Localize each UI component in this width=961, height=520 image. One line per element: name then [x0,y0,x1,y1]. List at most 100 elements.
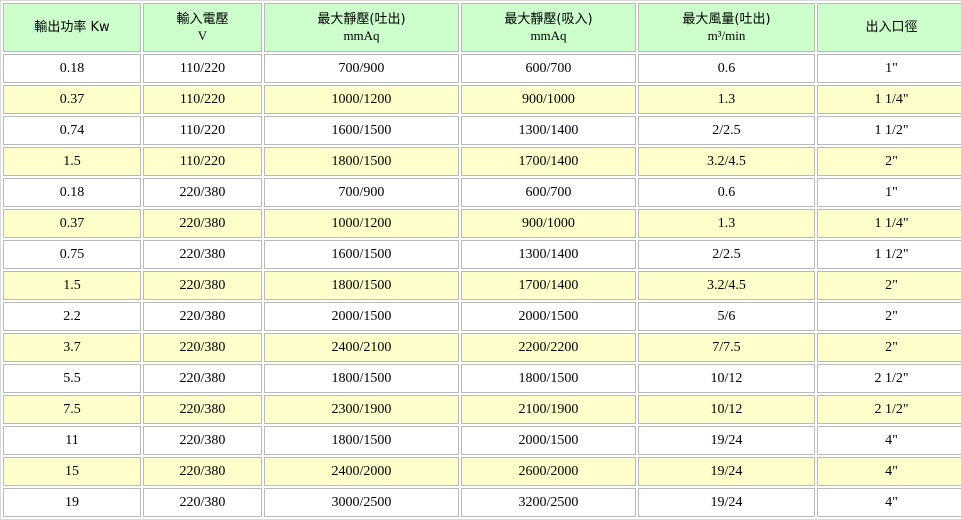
cell-static-pressure-outlet: 1600/1500 [264,240,459,269]
header-unit: mmAq [343,27,380,43]
header-port-diameter: 出入口徑 [817,3,961,52]
cell-output-power: 0.18 [3,54,141,83]
cell-airflow-outlet: 19/24 [638,457,815,486]
header-max-static-pressure-inlet: 最大靜壓(吸入) mmAq [461,3,636,52]
cell-output-power: 1.5 [3,271,141,300]
cell-airflow-outlet: 2/2.5 [638,116,815,145]
cell-static-pressure-outlet: 1800/1500 [264,147,459,176]
cell-input-voltage: 220/380 [143,209,262,238]
table-row: 0.18 220/380 700/900 600/700 0.6 1" [3,178,961,207]
cell-input-voltage: 110/220 [143,54,262,83]
cell-static-pressure-inlet: 1700/1400 [461,147,636,176]
cell-port-diameter: 2" [817,333,961,362]
cell-input-voltage: 220/380 [143,240,262,269]
cell-static-pressure-inlet: 1700/1400 [461,271,636,300]
table-body: 0.18 110/220 700/900 600/700 0.6 1" 0.37 110/22… [3,54,961,517]
cell-input-voltage: 220/380 [143,302,262,331]
table-row: 19 220/380 3000/2500 3200/2500 19/24 4" [3,488,961,517]
cell-static-pressure-inlet: 2000/1500 [461,426,636,455]
cell-static-pressure-outlet: 2300/1900 [264,395,459,424]
cell-airflow-outlet: 2/2.5 [638,240,815,269]
header-label: 最大靜壓(吐出) [317,11,406,27]
cell-static-pressure-outlet: 1800/1500 [264,271,459,300]
cell-static-pressure-inlet: 2200/2200 [461,333,636,362]
cell-static-pressure-inlet: 2000/1500 [461,302,636,331]
header-input-voltage: 輸入電壓 V [143,3,262,52]
cell-static-pressure-outlet: 700/900 [264,178,459,207]
cell-input-voltage: 110/220 [143,116,262,145]
cell-port-diameter: 4" [817,426,961,455]
cell-static-pressure-inlet: 1300/1400 [461,240,636,269]
cell-static-pressure-outlet: 1600/1500 [264,116,459,145]
header-unit: m³/min [707,27,746,43]
cell-static-pressure-inlet: 900/1000 [461,209,636,238]
spec-table: 輸出功率 Kw 輸入電壓 V 最大靜壓(吐出) mmAq 最大靜壓(吸入) mm… [0,0,961,520]
cell-input-voltage: 220/380 [143,426,262,455]
header-label: 輸入電壓 [176,11,229,27]
cell-static-pressure-outlet: 2000/1500 [264,302,459,331]
cell-port-diameter: 2 1/2" [817,395,961,424]
table-row: 3.7 220/380 2400/2100 2200/2200 7/7.5 2" [3,333,961,362]
cell-port-diameter: 4" [817,488,961,517]
cell-output-power: 0.18 [3,178,141,207]
cell-input-voltage: 220/380 [143,178,262,207]
cell-airflow-outlet: 10/12 [638,364,815,393]
cell-airflow-outlet: 19/24 [638,426,815,455]
cell-static-pressure-outlet: 2400/2000 [264,457,459,486]
cell-static-pressure-inlet: 1300/1400 [461,116,636,145]
cell-static-pressure-inlet: 1800/1500 [461,364,636,393]
cell-port-diameter: 1 1/4" [817,209,961,238]
table-row: 0.37 220/380 1000/1200 900/1000 1.3 1 1/4" [3,209,961,238]
cell-output-power: 15 [3,457,141,486]
cell-output-power: 11 [3,426,141,455]
header-output-power: 輸出功率 Kw [3,3,141,52]
table-row: 1.5 110/220 1800/1500 1700/1400 3.2/4.5 2" [3,147,961,176]
cell-port-diameter: 4" [817,457,961,486]
cell-output-power: 1.5 [3,147,141,176]
cell-output-power: 0.74 [3,116,141,145]
cell-input-voltage: 110/220 [143,85,262,114]
cell-output-power: 2.2 [3,302,141,331]
cell-airflow-outlet: 10/12 [638,395,815,424]
cell-static-pressure-outlet: 2400/2100 [264,333,459,362]
table-row: 0.74 110/220 1600/1500 1300/1400 2/2.5 1 1/2" [3,116,961,145]
cell-output-power: 19 [3,488,141,517]
cell-input-voltage: 220/380 [143,488,262,517]
table-row: 2.2 220/380 2000/1500 2000/1500 5/6 2" [3,302,961,331]
cell-port-diameter: 1 1/4" [817,85,961,114]
header-label: 最大風量(吐出) [682,11,771,27]
cell-input-voltage: 220/380 [143,271,262,300]
cell-port-diameter: 2 1/2" [817,364,961,393]
table-row: 7.5 220/380 2300/1900 2100/1900 10/12 2 1/2" [3,395,961,424]
cell-input-voltage: 110/220 [143,147,262,176]
cell-airflow-outlet: 19/24 [638,488,815,517]
cell-output-power: 5.5 [3,364,141,393]
cell-input-voltage: 220/380 [143,457,262,486]
cell-port-diameter: 1 1/2" [817,240,961,269]
cell-airflow-outlet: 3.2/4.5 [638,147,815,176]
cell-port-diameter: 2" [817,271,961,300]
cell-static-pressure-inlet: 2100/1900 [461,395,636,424]
cell-airflow-outlet: 1.3 [638,85,815,114]
header-max-static-pressure-outlet: 最大靜壓(吐出) mmAq [264,3,459,52]
cell-static-pressure-outlet: 1800/1500 [264,364,459,393]
table-row: 0.75 220/380 1600/1500 1300/1400 2/2.5 1 1/2" [3,240,961,269]
cell-static-pressure-inlet: 3200/2500 [461,488,636,517]
cell-airflow-outlet: 7/7.5 [638,333,815,362]
cell-static-pressure-outlet: 1000/1200 [264,209,459,238]
cell-input-voltage: 220/380 [143,364,262,393]
cell-output-power: 3.7 [3,333,141,362]
cell-airflow-outlet: 3.2/4.5 [638,271,815,300]
cell-static-pressure-inlet: 600/700 [461,54,636,83]
cell-airflow-outlet: 0.6 [638,54,815,83]
cell-static-pressure-outlet: 700/900 [264,54,459,83]
header-max-airflow-outlet: 最大風量(吐出) m³/min [638,3,815,52]
table-row: 0.37 110/220 1000/1200 900/1000 1.3 1 1/4" [3,85,961,114]
header-label: 輸出功率 Kw [34,19,110,35]
table-row: 15 220/380 2400/2000 2600/2000 19/24 4" [3,457,961,486]
cell-static-pressure-inlet: 600/700 [461,178,636,207]
cell-output-power: 0.37 [3,85,141,114]
cell-port-diameter: 1" [817,178,961,207]
table-row: 5.5 220/380 1800/1500 1800/1500 10/12 2 1/2" [3,364,961,393]
table-row: 1.5 220/380 1800/1500 1700/1400 3.2/4.5 2" [3,271,961,300]
